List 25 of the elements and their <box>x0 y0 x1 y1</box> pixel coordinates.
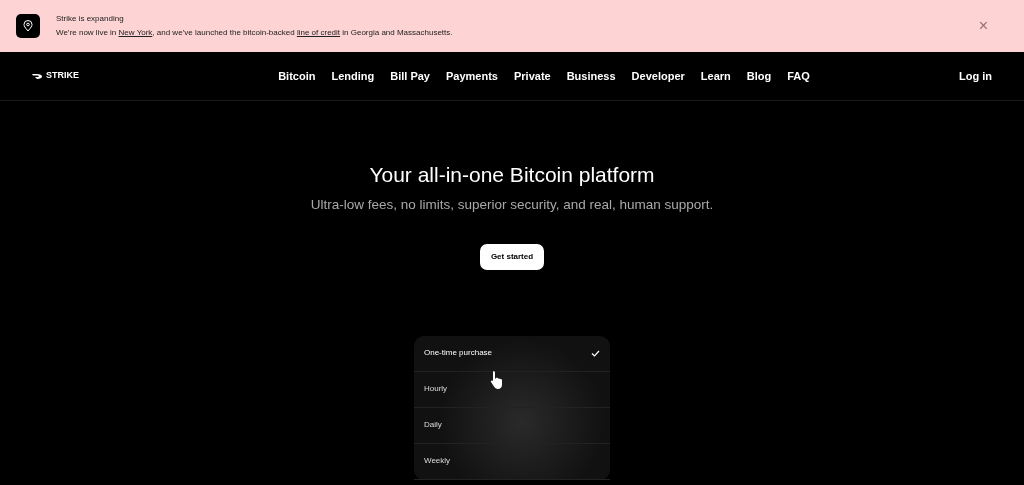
nav-link[interactable]: Blog <box>746 67 772 85</box>
option-item[interactable]: One-time purchase <box>414 335 610 372</box>
nav-link[interactable]: Developer <box>631 67 685 85</box>
location-pin-icon <box>23 20 33 32</box>
option-item[interactable]: Daily <box>414 407 610 444</box>
nav-link[interactable]: Payments <box>446 67 498 85</box>
banner-link[interactable]: line of credit <box>296 28 341 37</box>
nav-link[interactable]: Bill Pay <box>390 67 430 85</box>
hero-subtitle: Ultra-low fees, no limits, superior security, and real, human support. <box>310 195 714 214</box>
banner-message: We’re now live in New York, and we’ve launched the bitcoin-backed line of credit in Georgia and Massachusetts. <box>56 27 454 39</box>
brand-name[interactable]: STRIKE <box>46 69 79 83</box>
nav-link[interactable]: Bitcoin <box>278 67 316 85</box>
option-item[interactable]: Hourly <box>414 371 610 408</box>
hero-title: Your all-in-one Bitcoin platform <box>369 162 655 188</box>
login-link[interactable]: Log in <box>959 67 992 85</box>
get-started-button[interactable]: Get started <box>479 243 545 270</box>
check-icon <box>591 349 600 357</box>
nav-link[interactable]: Business <box>566 67 616 85</box>
option-item[interactable]: Weekly <box>414 443 610 480</box>
nav-link[interactable]: Lending <box>331 67 375 85</box>
nav-link[interactable]: Learn <box>700 67 731 85</box>
logo-icon <box>32 72 42 80</box>
banner-title: Strike is expanding <box>56 13 125 25</box>
nav-link[interactable]: FAQ <box>787 67 810 85</box>
nav-link[interactable]: Private <box>513 67 551 85</box>
